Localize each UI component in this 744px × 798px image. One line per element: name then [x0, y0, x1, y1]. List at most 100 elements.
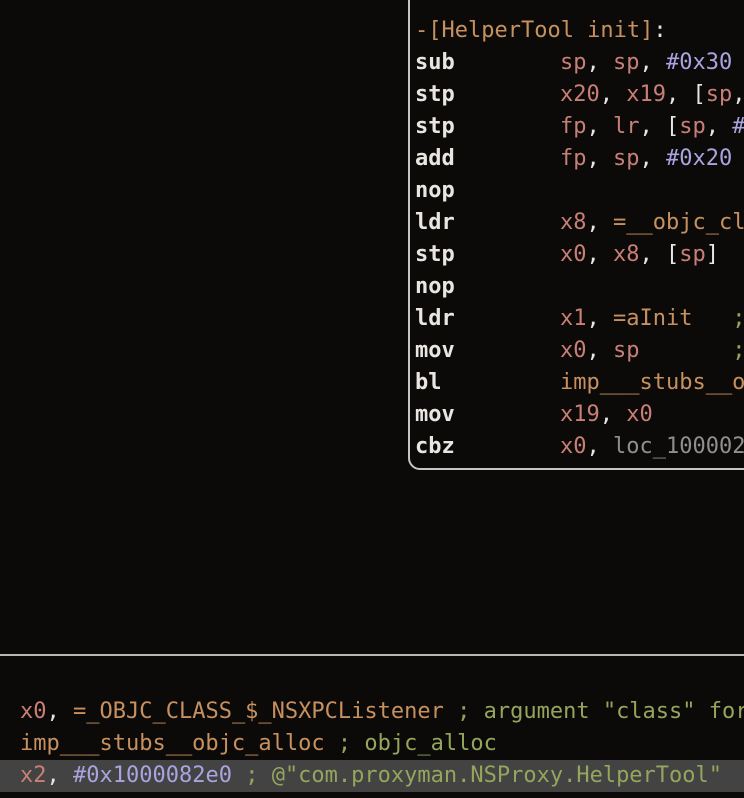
asm-token-register: fp [560, 146, 587, 171]
asm-mnemonic: stp [415, 239, 560, 271]
asm-token-immediate: # [732, 114, 744, 139]
asm-token-plain: , [600, 82, 627, 107]
asm-token-immediate: #0x20 [666, 146, 732, 171]
asm-token-label: -[HelperTool init] [415, 18, 653, 43]
asm-token-plain: , [600, 402, 627, 427]
asm-mnemonic: mov [415, 399, 560, 431]
bottom-code-lines: x0, =_OBJC_CLASS_$_NSXPCListener ; argum… [0, 696, 744, 792]
asm-token-comment: ; [732, 306, 744, 331]
asm-mnemonic: ldr [415, 303, 560, 335]
asm-token-register: x8 [560, 210, 587, 235]
asm-token-plain: , [587, 146, 614, 171]
asm-instruction-line[interactable]: stpx20, x19, [sp, [415, 79, 744, 111]
asm-token-comment: ; objc_alloc [338, 731, 497, 756]
asm-instruction-line[interactable]: subsp, sp, #0x30 [415, 47, 744, 79]
asm-token-register: x8 [613, 242, 640, 267]
asm-token-immediate: #0x30 [666, 50, 732, 75]
asm-operand-line[interactable]: imp___stubs__objc_alloc ; objc_alloc [0, 728, 744, 760]
asm-instruction-line[interactable]: movx0, sp ; [415, 335, 744, 367]
asm-token-register: sp [613, 338, 640, 363]
asm-token-register: x19 [626, 82, 666, 107]
asm-mnemonic: cbz [415, 431, 560, 463]
asm-token-plain: , [587, 50, 614, 75]
asm-token-plain: , [732, 82, 744, 107]
asm-token-plain: : [653, 18, 666, 43]
asm-token-plain: , [587, 306, 614, 331]
asm-mnemonic: nop [415, 271, 560, 303]
asm-instruction-line[interactable]: blimp___stubs__o [415, 367, 744, 399]
asm-instruction-line[interactable]: movx19, x0 [415, 399, 744, 431]
asm-instruction-line[interactable]: addfp, sp, #0x20 [415, 143, 744, 175]
asm-instruction-line[interactable]: stpfp, lr, [sp, # [415, 111, 744, 143]
asm-token-register: sp [560, 50, 587, 75]
asm-mnemonic: stp [415, 79, 560, 111]
asm-token-register: sp [613, 146, 640, 171]
asm-token-register: x2 [20, 763, 47, 788]
asm-token-plain: , [587, 242, 614, 267]
asm-token-plain [444, 699, 457, 724]
asm-token-register: x0 [626, 402, 653, 427]
asm-token-register: sp [706, 82, 733, 107]
procedure-block: -[HelperTool init]:subsp, sp, #0x30stpx2… [408, 0, 744, 470]
asm-mnemonic: ldr [415, 207, 560, 239]
asm-label-line[interactable]: -[HelperTool init]: [415, 15, 744, 47]
asm-token-plain: , [640, 146, 667, 171]
asm-token-register: sp [613, 50, 640, 75]
bottom-code-pane: x0, =_OBJC_CLASS_$_NSXPCListener ; argum… [0, 656, 744, 792]
asm-token-register: x0 [560, 338, 587, 363]
asm-token-loc: loc_100002 [613, 434, 744, 459]
asm-token-plain: , [587, 114, 614, 139]
asm-token-comment: ; argument "class" for [457, 699, 744, 724]
asm-token-plain: , [666, 82, 693, 107]
asm-instruction-line[interactable]: nop [415, 271, 744, 303]
asm-instruction-line[interactable]: stpx0, x8, [sp] [415, 239, 744, 271]
asm-token-plain: , [640, 50, 667, 75]
asm-instruction-line[interactable]: nop [415, 175, 744, 207]
asm-mnemonic: sub [415, 47, 560, 79]
asm-token-immediate: #0x1000082e0 [73, 763, 232, 788]
asm-token-symbol: =aInit [613, 306, 692, 331]
asm-token-symbol: imp___stubs__objc_alloc [20, 731, 325, 756]
asm-mnemonic: bl [415, 367, 560, 399]
asm-token-plain [692, 306, 732, 331]
asm-token-plain: , [706, 114, 733, 139]
asm-token-plain: [ [666, 114, 679, 139]
asm-token-plain: ] [706, 242, 719, 267]
asm-token-plain [640, 338, 733, 363]
asm-token-plain: , [587, 434, 614, 459]
asm-token-plain: , [640, 242, 667, 267]
asm-instruction-line[interactable]: ldrx8, =__objc_cl [415, 207, 744, 239]
asm-token-register: x1 [560, 306, 587, 331]
disassembler-screenshot: { "theme": { "background": "#0c0a09", "p… [0, 0, 744, 798]
asm-token-register: x19 [560, 402, 600, 427]
asm-instruction-line[interactable]: ldrx1, =aInit ; [415, 303, 744, 335]
asm-instruction-line[interactable]: cbzx0, loc_100002 [415, 431, 744, 463]
asm-token-register: x0 [20, 699, 47, 724]
asm-token-plain [232, 763, 245, 788]
asm-token-plain: , [587, 338, 614, 363]
asm-token-symbol: =__objc_cl [613, 210, 744, 235]
asm-token-register: fp [560, 114, 587, 139]
asm-token-register: x0 [560, 434, 587, 459]
asm-mnemonic: nop [415, 175, 560, 207]
procedure-code-lines: -[HelperTool init]:subsp, sp, #0x30stpx2… [410, 0, 744, 463]
asm-token-register: x0 [560, 242, 587, 267]
asm-operand-line[interactable]: x0, =_OBJC_CLASS_$_NSXPCListener ; argum… [0, 696, 744, 728]
asm-token-plain: , [47, 763, 74, 788]
asm-token-plain: , [640, 114, 667, 139]
asm-token-comment: ; @"com.proxyman.NSProxy.HelperTool" [245, 763, 722, 788]
asm-mnemonic: add [415, 143, 560, 175]
asm-token-plain: [ [666, 242, 679, 267]
asm-token-comment: ; [732, 338, 744, 363]
asm-token-register: sp [679, 242, 706, 267]
asm-token-symbol: imp___stubs__o [560, 370, 744, 395]
asm-token-symbol: =_OBJC_CLASS_$_NSXPCListener [73, 699, 444, 724]
asm-token-register: lr [613, 114, 640, 139]
asm-mnemonic: mov [415, 335, 560, 367]
asm-mnemonic: stp [415, 111, 560, 143]
asm-token-register: x20 [560, 82, 600, 107]
asm-token-register: sp [679, 114, 706, 139]
selected-asm-line[interactable]: x2, #0x1000082e0 ; @"com.proxyman.NSProx… [0, 760, 744, 792]
asm-token-plain [325, 731, 338, 756]
asm-token-plain: [ [693, 82, 706, 107]
